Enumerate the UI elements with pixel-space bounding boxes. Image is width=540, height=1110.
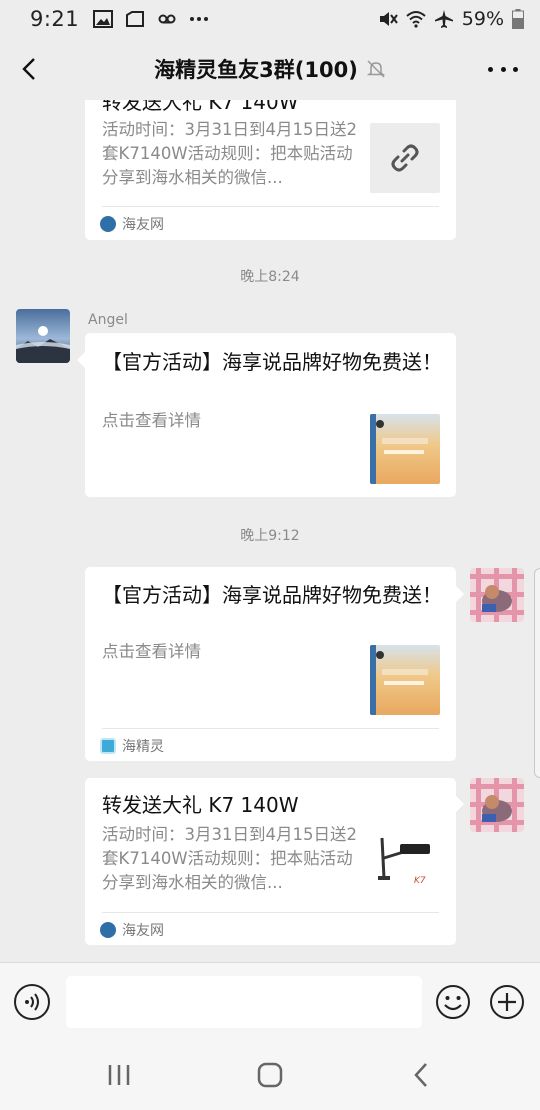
card-divider bbox=[102, 912, 439, 913]
airplane-icon bbox=[434, 10, 453, 28]
system-nav-bar bbox=[0, 1040, 540, 1110]
status-bar: 9:21 59% bbox=[0, 0, 540, 38]
chat-list[interactable]: 转发送大礼 K7 140W 活动时间：3月31日到4月15日送2套K7140W活… bbox=[0, 100, 540, 962]
more-icon[interactable] bbox=[488, 56, 518, 82]
nav-back-icon[interactable] bbox=[406, 1060, 436, 1090]
link-card[interactable]: 转发送大礼 K7 140W 活动时间：3月31日到4月15日送2套K7140W活… bbox=[85, 778, 456, 945]
card-source: 海友网 bbox=[100, 214, 164, 234]
voicemail-icon bbox=[158, 14, 176, 24]
bubble-tail bbox=[456, 796, 464, 812]
card-title: 【官方活动】海享说品牌好物免费送！ bbox=[102, 350, 442, 374]
promo-thumbnail bbox=[370, 414, 440, 484]
link-thumbnail bbox=[370, 123, 440, 193]
recents-icon[interactable] bbox=[104, 1060, 134, 1090]
battery-percent: 59% bbox=[461, 8, 504, 30]
emoji-icon[interactable] bbox=[435, 984, 471, 1020]
card-description: 活动时间：3月31日到4月15日送2套K7140W活动规则：把本贴活动分享到海水… bbox=[102, 825, 357, 892]
card-title: 转发送大礼 K7 140W bbox=[102, 793, 299, 817]
card-description: 点击查看详情 bbox=[102, 411, 201, 430]
mountain-avatar-icon bbox=[16, 309, 70, 363]
mute-icon bbox=[379, 12, 398, 26]
card-title: 【官方活动】海享说品牌好物免费送！ bbox=[102, 583, 442, 607]
message-input[interactable] bbox=[66, 976, 422, 1028]
folder-icon bbox=[126, 11, 145, 27]
avatar[interactable] bbox=[16, 309, 70, 363]
scroll-edge-handle[interactable] bbox=[534, 568, 540, 778]
link-card[interactable]: 【官方活动】海享说品牌好物免费送！ 点击查看详情 海精灵 bbox=[85, 567, 456, 761]
timestamp: 晚上8:24 bbox=[240, 269, 300, 285]
bubble-tail bbox=[77, 352, 85, 368]
card-divider bbox=[102, 206, 439, 207]
card-source: 海精灵 bbox=[100, 736, 164, 756]
chat-title: 海精灵鱼友3群(100) bbox=[154, 58, 358, 82]
wifi-icon bbox=[406, 11, 426, 28]
status-time: 9:21 bbox=[30, 7, 80, 31]
card-source: 海友网 bbox=[100, 920, 164, 940]
haijingling-logo-icon bbox=[100, 738, 116, 754]
lamp-icon: K7 bbox=[378, 837, 430, 886]
plaid-avatar-icon bbox=[470, 778, 524, 832]
input-bar bbox=[0, 962, 540, 1040]
card-description: 点击查看详情 bbox=[102, 642, 201, 661]
card-divider bbox=[102, 728, 439, 729]
sender-name: Angel bbox=[88, 312, 128, 328]
back-icon[interactable] bbox=[14, 52, 48, 86]
promo-thumbnail bbox=[370, 645, 440, 715]
avatar[interactable] bbox=[470, 778, 524, 832]
voice-icon[interactable] bbox=[14, 984, 50, 1020]
home-icon[interactable] bbox=[255, 1060, 285, 1090]
plaid-avatar-icon bbox=[470, 568, 524, 622]
card-title: 转发送大礼 K7 140W bbox=[102, 100, 299, 114]
product-thumbnail: K7 bbox=[370, 828, 440, 898]
haiyou-logo-icon bbox=[100, 922, 116, 938]
avatar[interactable] bbox=[470, 568, 524, 622]
link-card[interactable]: 【官方活动】海享说品牌好物免费送！ 点击查看详情 bbox=[85, 333, 456, 497]
card-description: 活动时间：3月31日到4月15日送2套K7140W活动规则：把本贴活动分享到海水… bbox=[102, 120, 357, 187]
more-dots-icon bbox=[190, 17, 209, 21]
battery-icon bbox=[512, 9, 524, 29]
svg-text:K7: K7 bbox=[414, 876, 426, 886]
link-icon bbox=[391, 144, 419, 172]
bubble-tail bbox=[456, 586, 464, 602]
link-card[interactable]: 转发送大礼 K7 140W 活动时间：3月31日到4月15日送2套K7140W活… bbox=[85, 100, 456, 240]
plus-icon[interactable] bbox=[489, 984, 525, 1020]
haiyou-logo-icon bbox=[100, 216, 116, 232]
muted-bell-icon bbox=[366, 60, 386, 78]
image-icon bbox=[93, 10, 114, 28]
chat-header: 海精灵鱼友3群(100) bbox=[0, 38, 540, 100]
timestamp: 晚上9:12 bbox=[240, 528, 300, 544]
